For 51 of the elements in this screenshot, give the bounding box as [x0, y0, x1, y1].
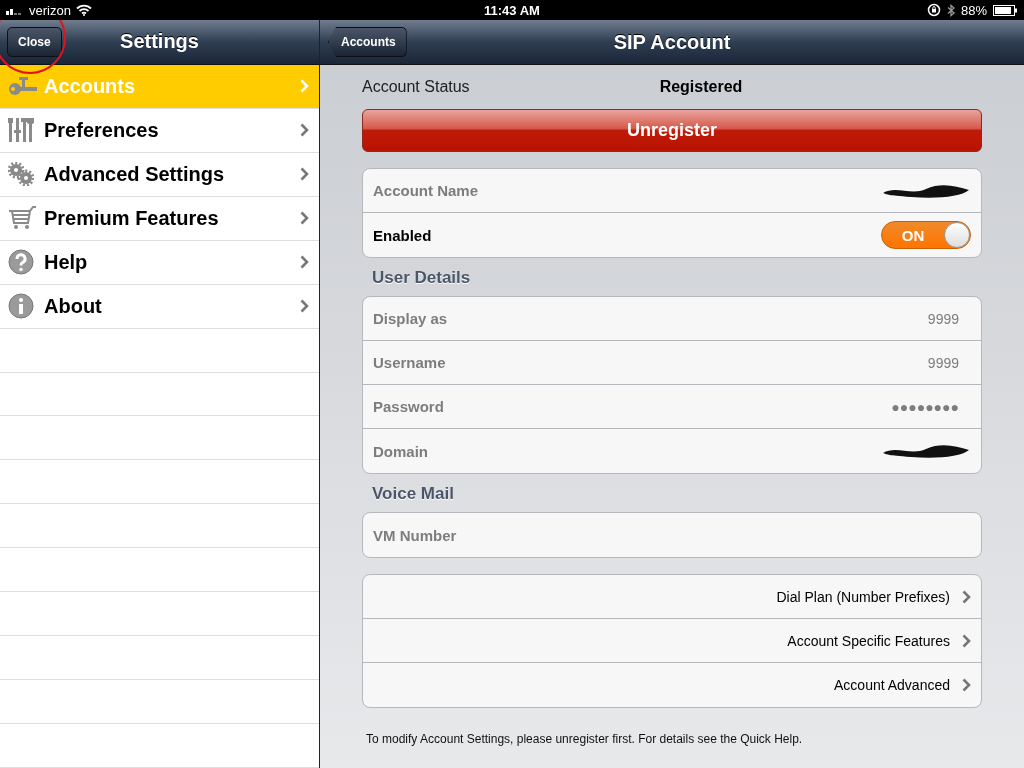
page-title: SIP Account	[613, 30, 731, 54]
field-label: Display as	[373, 310, 448, 327]
chevron-icon	[300, 123, 309, 138]
info-icon	[8, 293, 34, 320]
chevron-icon	[300, 299, 309, 314]
status-value: Registered	[659, 78, 743, 96]
link-row[interactable]: Dial Plan (Number Prefixes)	[363, 575, 981, 619]
chevron-icon	[300, 255, 309, 270]
chevron-icon	[962, 678, 971, 692]
back-button[interactable]: Accounts	[328, 27, 407, 57]
cart-icon	[8, 206, 36, 231]
link-row[interactable]: Account Advanced	[363, 663, 981, 707]
tools-icon	[8, 118, 34, 143]
close-button[interactable]: Close	[7, 27, 62, 57]
gears-icon	[8, 162, 34, 187]
field-value: 9999	[927, 310, 960, 327]
sidebar-item[interactable]: About	[0, 284, 319, 329]
bluetooth-icon	[946, 3, 955, 17]
field-value: 9999	[927, 354, 960, 371]
toggle-label: ON	[900, 226, 926, 244]
sidebar-item[interactable]: Preferences	[0, 108, 319, 153]
section-header: User Details	[372, 268, 472, 288]
section-header: Voice Mail	[372, 484, 455, 504]
field-label: Password	[373, 398, 444, 415]
status-label: Account Status	[362, 78, 470, 96]
rotation-lock-icon	[926, 3, 941, 17]
carrier-name: verizon	[29, 2, 71, 18]
field-label: Username	[373, 354, 446, 371]
field-value: ●●●●●●●●	[891, 398, 960, 415]
sidebar-item[interactable]: Advanced Settings	[0, 152, 319, 197]
field-label: VM Number	[373, 526, 457, 544]
field-label: Account Name	[373, 182, 479, 199]
key-icon	[8, 76, 38, 97]
wifi-icon	[75, 4, 92, 16]
chevron-icon	[300, 79, 309, 94]
battery-percent: 88%	[960, 2, 987, 18]
field-label: Domain	[373, 442, 428, 460]
sidebar-item[interactable]: Help	[0, 240, 319, 285]
footer-note: To modify Account Settings, please unregister first. For details see the Quick Help.	[366, 732, 804, 746]
clock-time: 11:43 AM	[484, 2, 540, 18]
chevron-icon	[962, 589, 971, 604]
sidebar-item[interactable]: Premium Features	[0, 196, 319, 241]
link-row[interactable]: Account Specific Features	[363, 619, 981, 663]
unregister-button[interactable]: Unregister	[362, 109, 982, 152]
sidebar-title: Settings	[120, 30, 199, 54]
chevron-icon	[300, 167, 309, 182]
chevron-icon	[962, 633, 971, 648]
chevron-icon	[300, 211, 309, 226]
field-label: Enabled	[373, 226, 432, 244]
battery-icon	[993, 4, 1018, 16]
help-icon	[8, 249, 34, 276]
